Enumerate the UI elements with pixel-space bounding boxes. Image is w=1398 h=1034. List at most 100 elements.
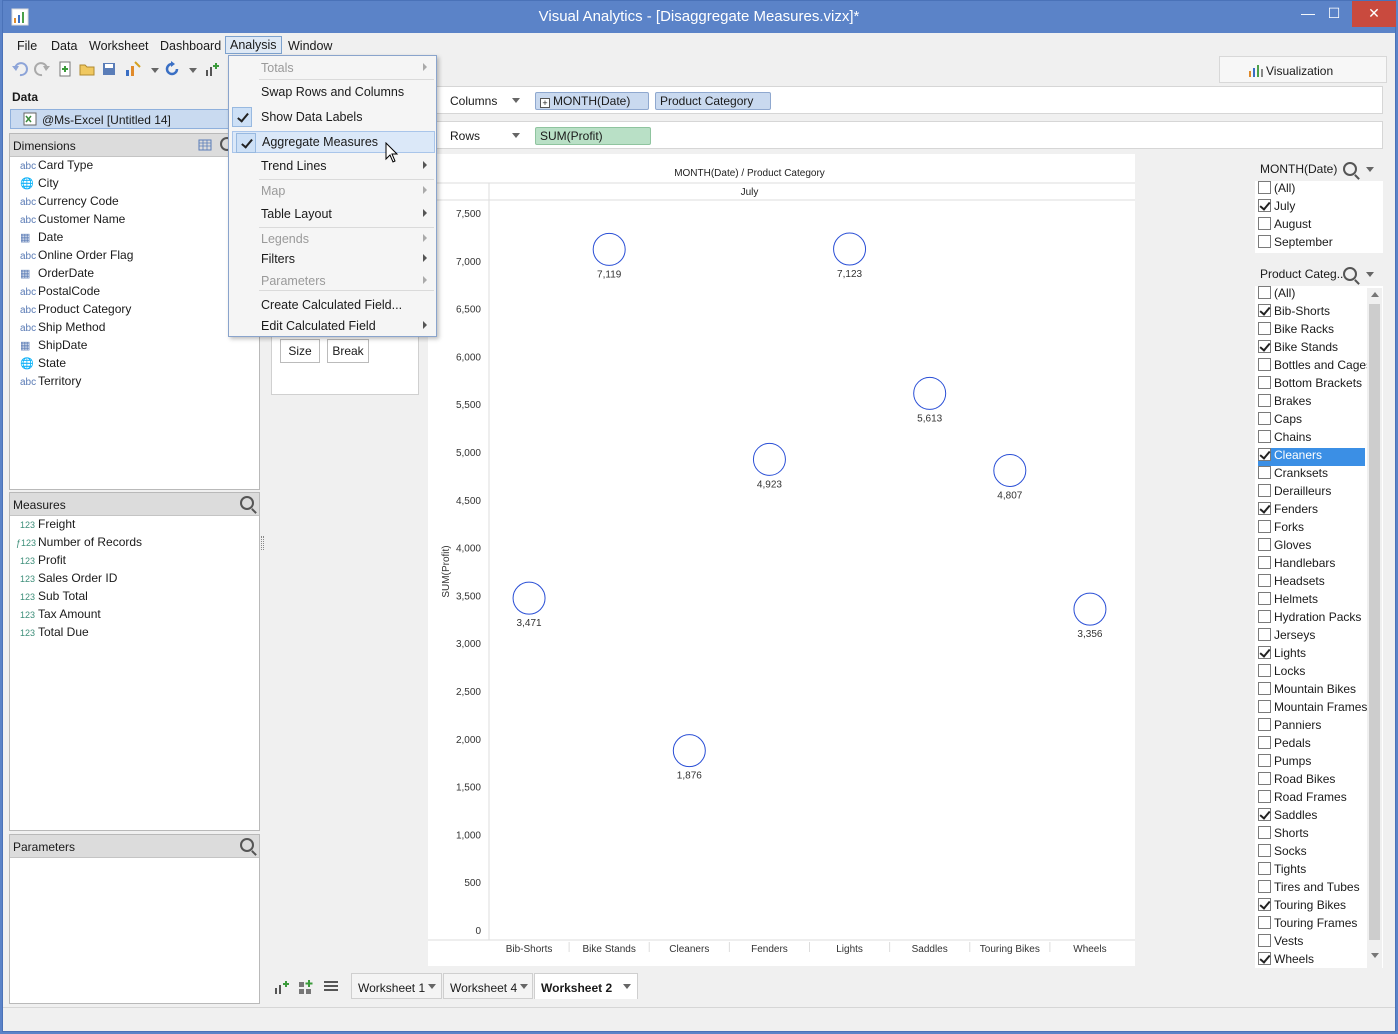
checkbox[interactable] xyxy=(1258,358,1271,371)
chart-add-icon[interactable] xyxy=(204,60,222,78)
checkbox[interactable] xyxy=(1258,412,1271,425)
tab-worksheet-4[interactable]: Worksheet 4 xyxy=(443,973,533,999)
measure-item[interactable]: 123 Total Due xyxy=(20,625,89,643)
month-filter-dropdown[interactable] xyxy=(1366,167,1374,172)
tab-worksheet-4-dropdown[interactable] xyxy=(520,984,528,989)
dimension-item[interactable]: abc Territory xyxy=(20,374,81,392)
filter-option[interactable]: Fenders xyxy=(1258,502,1318,520)
checkbox[interactable] xyxy=(1258,610,1271,623)
filter-option[interactable]: Cranksets xyxy=(1258,466,1328,484)
checkbox[interactable] xyxy=(1258,736,1271,749)
checkbox[interactable] xyxy=(1258,181,1271,194)
filter-option[interactable]: Cleaners xyxy=(1258,448,1365,466)
measure-item[interactable]: ƒ123 Number of Records xyxy=(16,535,142,553)
break-button[interactable]: Break xyxy=(327,339,369,363)
menu-item[interactable]: Create Calculated Field... xyxy=(229,294,436,316)
menu-item[interactable]: Aggregate Measures xyxy=(232,131,435,153)
redo-icon[interactable] xyxy=(33,60,51,78)
menu-window[interactable]: Window xyxy=(288,39,332,53)
checkbox[interactable] xyxy=(1258,199,1271,212)
checkbox[interactable] xyxy=(1258,484,1271,497)
month-date-pill[interactable]: + MONTH(Date) xyxy=(535,92,649,110)
scroll-down-icon[interactable] xyxy=(1371,953,1379,958)
sum-profit-pill[interactable]: SUM(Profit) xyxy=(535,127,651,145)
measure-item[interactable]: 123 Tax Amount xyxy=(20,607,101,625)
dimension-item[interactable]: 🌐 City xyxy=(20,176,59,194)
checkbox[interactable] xyxy=(1258,538,1271,551)
filter-option[interactable]: Brakes xyxy=(1258,394,1311,412)
menu-item[interactable]: Edit Calculated Field xyxy=(229,315,436,337)
checkbox[interactable] xyxy=(1258,592,1271,605)
dimension-item[interactable]: abc Online Order Flag xyxy=(20,248,133,266)
filter-option[interactable]: Pumps xyxy=(1258,754,1311,772)
filter-option[interactable]: Mountain Frames xyxy=(1258,700,1367,718)
splitter-handle[interactable] xyxy=(261,536,264,550)
rows-shelf[interactable]: Rows SUM(Profit) xyxy=(428,121,1383,149)
measure-item[interactable]: 123 Profit xyxy=(20,553,66,571)
checkbox[interactable] xyxy=(1258,700,1271,713)
checkbox[interactable] xyxy=(1258,466,1271,479)
tab-worksheet-1-dropdown[interactable] xyxy=(428,984,436,989)
open-icon[interactable] xyxy=(78,60,96,78)
measure-item[interactable]: 123 Freight xyxy=(20,517,75,535)
menu-worksheet[interactable]: Worksheet xyxy=(89,39,149,53)
visualization-button[interactable]: Visualization xyxy=(1219,56,1387,83)
dimension-item[interactable]: ▦ OrderDate xyxy=(20,266,94,284)
filter-option[interactable]: Gloves xyxy=(1258,538,1311,556)
checkbox[interactable] xyxy=(1258,718,1271,731)
filter-option[interactable]: July xyxy=(1258,199,1295,217)
menu-item[interactable]: Trend Lines xyxy=(229,155,436,177)
new-dashboard-icon[interactable] xyxy=(298,979,314,995)
checkbox[interactable] xyxy=(1258,844,1271,857)
close-button[interactable]: ✕ xyxy=(1352,1,1396,27)
new-icon[interactable] xyxy=(56,60,74,78)
refresh-icon[interactable] xyxy=(163,60,181,78)
checkbox[interactable] xyxy=(1258,664,1271,677)
checkbox[interactable] xyxy=(1258,448,1271,461)
checkbox[interactable] xyxy=(1258,322,1271,335)
filter-option[interactable]: Saddles xyxy=(1258,808,1317,826)
filter-option[interactable]: Tires and Tubes xyxy=(1258,880,1360,898)
filter-option[interactable]: Bottom Brackets xyxy=(1258,376,1362,394)
sheet-list-icon[interactable] xyxy=(323,980,339,994)
new-worksheet-icon[interactable] xyxy=(274,979,290,995)
checkbox[interactable] xyxy=(1258,217,1271,230)
filter-option[interactable]: Hydration Packs xyxy=(1258,610,1361,628)
rows-dropdown[interactable] xyxy=(512,133,520,138)
tab-worksheet-2[interactable]: Worksheet 2 xyxy=(534,973,638,999)
checkbox[interactable] xyxy=(1258,754,1271,767)
checkbox[interactable] xyxy=(1258,628,1271,641)
tab-worksheet-1[interactable]: Worksheet 1 xyxy=(351,973,442,999)
checkbox[interactable] xyxy=(1258,880,1271,893)
filter-option[interactable]: Headsets xyxy=(1258,574,1325,592)
filter-option[interactable]: Road Frames xyxy=(1258,790,1347,808)
filter-option[interactable]: Forks xyxy=(1258,520,1304,538)
tab-worksheet-2-dropdown[interactable] xyxy=(623,984,631,989)
filter-option[interactable]: Jerseys xyxy=(1258,628,1315,646)
filter-option[interactable]: Wheels xyxy=(1258,952,1314,968)
dimension-item[interactable]: abc PostalCode xyxy=(20,284,100,302)
measure-item[interactable]: 123 Sales Order ID xyxy=(20,571,117,589)
dimension-item[interactable]: abc Currency Code xyxy=(20,194,119,212)
dimension-item[interactable]: ▦ Date xyxy=(20,230,63,248)
filter-option[interactable]: Helmets xyxy=(1258,592,1318,610)
category-filter-dropdown[interactable] xyxy=(1366,272,1374,277)
checkbox[interactable] xyxy=(1258,790,1271,803)
filter-option[interactable]: Bike Stands xyxy=(1258,340,1338,358)
filter-option[interactable]: September xyxy=(1258,235,1333,253)
filter-option[interactable]: Bib-Shorts xyxy=(1258,304,1330,322)
filter-option[interactable]: Touring Bikes xyxy=(1258,898,1346,916)
checkbox[interactable] xyxy=(1258,376,1271,389)
checkbox[interactable] xyxy=(1258,862,1271,875)
filter-option[interactable]: Pedals xyxy=(1258,736,1311,754)
measures-search-icon[interactable] xyxy=(240,496,254,510)
table-view-icon[interactable] xyxy=(198,138,212,152)
checkbox[interactable] xyxy=(1258,286,1271,299)
dimension-item[interactable]: 🌐 State xyxy=(20,356,66,374)
filter-option[interactable]: Derailleurs xyxy=(1258,484,1331,502)
month-filter-search-icon[interactable] xyxy=(1343,162,1357,176)
columns-shelf[interactable]: Columns + MONTH(Date) Product Category xyxy=(428,86,1383,114)
size-button[interactable]: Size xyxy=(280,339,320,363)
filter-option[interactable]: Mountain Bikes xyxy=(1258,682,1356,700)
menu-item[interactable]: Swap Rows and Columns xyxy=(229,81,436,103)
